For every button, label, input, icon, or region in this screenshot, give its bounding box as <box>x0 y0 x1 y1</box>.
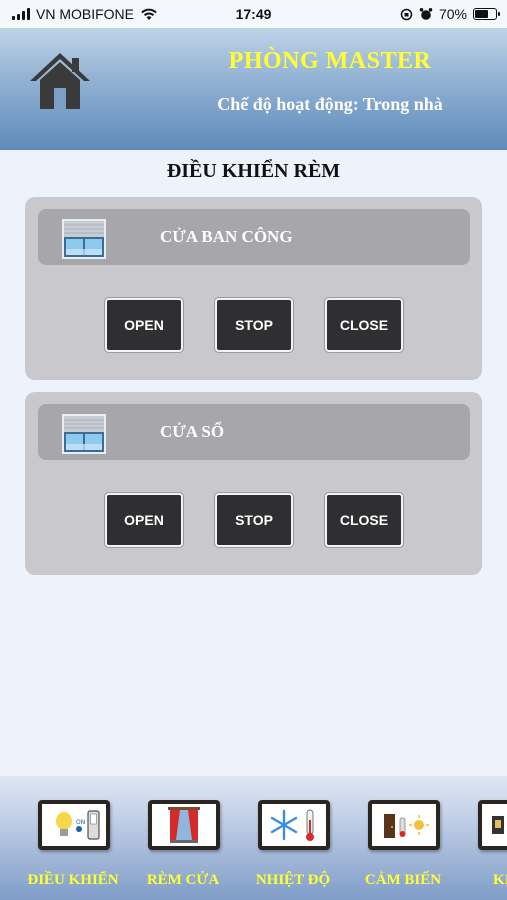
panel-header: CỬA SỔ <box>38 404 470 460</box>
stop-button[interactable]: STOP <box>215 298 293 352</box>
sensor-icon <box>368 800 440 850</box>
window-curtain-icon <box>62 414 106 454</box>
orientation-lock-icon <box>400 8 413 20</box>
status-bar: VN MOBIFONE 17:49 70% <box>0 0 507 28</box>
scene-icon <box>478 800 507 850</box>
svg-text:ON: ON <box>76 819 85 826</box>
nav-label: ĐIỀU KHIỂN <box>27 872 119 888</box>
status-right: 70% <box>400 6 500 22</box>
nav-label: KỊCH <box>492 872 507 888</box>
nav-label: RÈM CỬA <box>146 872 220 888</box>
battery-percent: 70% <box>438 6 467 22</box>
header: PHÒNG MASTER Chế độ hoạt động: Trong nhà <box>0 28 507 150</box>
close-button[interactable]: CLOSE <box>325 493 403 547</box>
open-button[interactable]: OPEN <box>105 493 183 547</box>
nav-label: CẢM BIẾN <box>364 872 442 888</box>
panel-header: CỬA BAN CÔNG <box>38 209 470 265</box>
light-switch-icon: ON <box>38 800 110 850</box>
temperature-icon <box>258 800 330 850</box>
stop-button[interactable]: STOP <box>215 493 293 547</box>
mode-status: Chế độ hoạt động: Trong nhà <box>217 94 443 114</box>
close-button[interactable]: CLOSE <box>325 298 403 352</box>
open-button[interactable]: OPEN <box>105 298 183 352</box>
nav-label: NHIỆT ĐỘ <box>255 872 331 888</box>
curtain-panel-balcony: CỬA BAN CÔNG OPEN STOP CLOSE <box>25 197 482 380</box>
alarm-icon <box>419 8 433 20</box>
bottom-nav: ON ĐIỀU KHIỂN RÈM CỬA NHIỆT ĐỘ CẢM BIẾN … <box>0 776 507 900</box>
panel-label: CỬA SỔ <box>160 422 225 441</box>
curtain-icon <box>148 800 220 850</box>
curtain-panel-window: CỬA SỔ OPEN STOP CLOSE <box>25 392 482 575</box>
room-title: PHÒNG MASTER <box>228 48 432 74</box>
battery-icon <box>473 8 500 20</box>
page-title: ĐIỀU KHIỂN RÈM <box>166 160 341 182</box>
home-icon[interactable] <box>28 50 92 112</box>
window-curtain-icon <box>62 219 106 259</box>
battery-level <box>475 10 488 18</box>
panel-label: CỬA BAN CÔNG <box>160 227 293 246</box>
